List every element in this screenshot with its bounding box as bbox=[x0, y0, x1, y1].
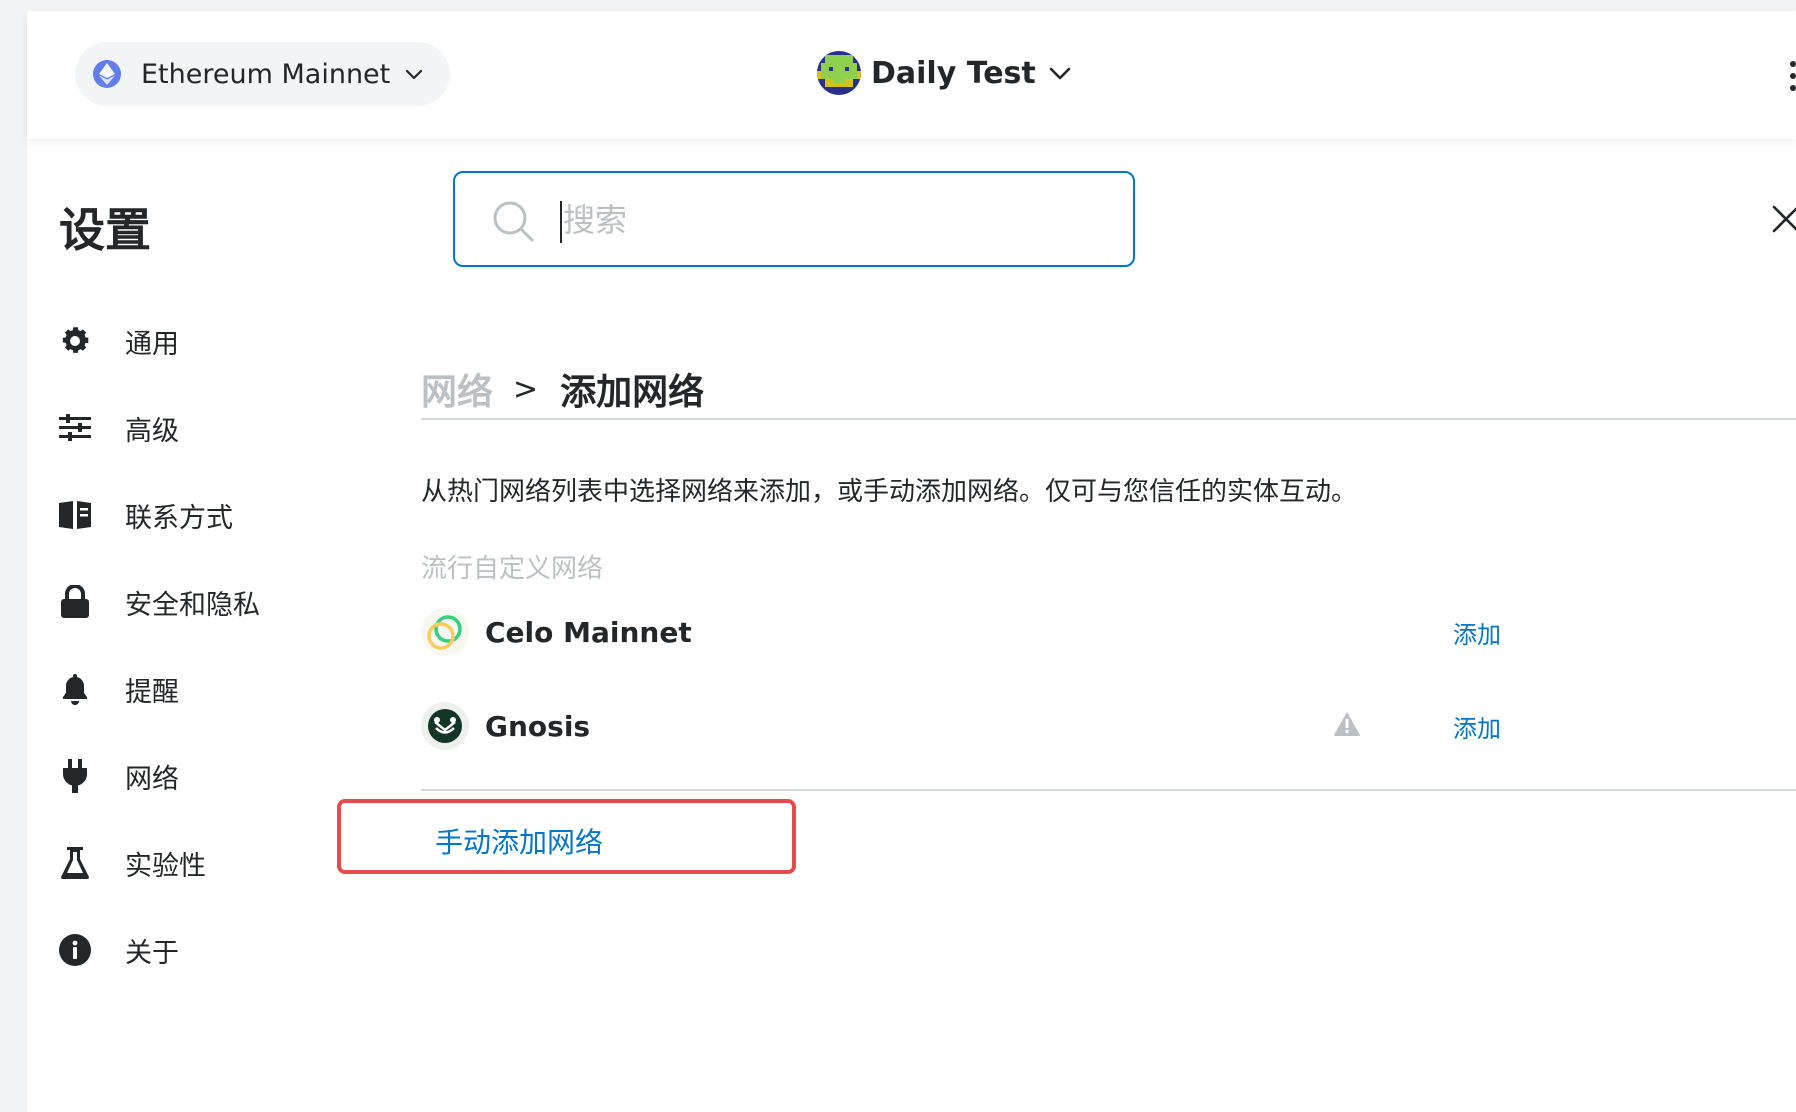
chevron-down-icon bbox=[406, 69, 423, 80]
list-item: Celo Mainnet 添加 bbox=[421, 602, 1501, 662]
chevron-down-icon bbox=[1049, 67, 1071, 80]
network-name: Ethereum Mainnet bbox=[141, 58, 391, 90]
sidebar-item-experimental[interactable]: 实验性 bbox=[57, 833, 357, 893]
plug-icon bbox=[57, 758, 93, 794]
gnosis-logo-icon bbox=[421, 702, 469, 750]
sidebar-item-label: 关于 bbox=[125, 937, 179, 969]
add-network-manually-link[interactable]: 手动添加网络 bbox=[435, 821, 603, 861]
celo-logo-icon bbox=[421, 608, 469, 656]
app-header: Ethereum Mainnet Daily Test bbox=[27, 11, 1796, 139]
bell-icon bbox=[57, 671, 93, 707]
sidebar-item-general[interactable]: 通用 bbox=[57, 311, 357, 371]
network-name: Gnosis bbox=[485, 709, 591, 743]
sidebar-item-about[interactable]: 关于 bbox=[57, 920, 357, 980]
add-network-button[interactable]: 添加 bbox=[1453, 615, 1501, 650]
sidebar-item-label: 提醒 bbox=[125, 676, 179, 708]
text-cursor bbox=[560, 201, 562, 243]
page-title: 设置 bbox=[59, 203, 151, 257]
ethereum-icon bbox=[93, 60, 121, 88]
sidebar-item-networks[interactable]: 网络 bbox=[57, 746, 357, 806]
info-icon bbox=[57, 932, 93, 968]
account-name: Daily Test bbox=[871, 55, 1036, 91]
account-avatar-icon bbox=[817, 51, 861, 95]
sidebar-item-security[interactable]: 安全和隐私 bbox=[57, 572, 357, 632]
breadcrumb-separator: > bbox=[513, 371, 539, 407]
divider bbox=[421, 789, 1796, 791]
list-item: Gnosis 添加 bbox=[421, 696, 1501, 756]
page-description: 从热门网络列表中选择网络来添加，或手动添加网络。仅可与您信任的实体互动。 bbox=[421, 477, 1358, 507]
sidebar-item-label: 安全和隐私 bbox=[125, 589, 260, 621]
account-menu[interactable]: Daily Test bbox=[817, 51, 1072, 95]
sidebar-item-label: 网络 bbox=[125, 763, 179, 795]
gear-icon bbox=[57, 323, 93, 359]
flask-icon bbox=[57, 845, 93, 881]
section-label: 流行自定义网络 bbox=[421, 554, 604, 584]
sidebar-item-advanced[interactable]: 高级 bbox=[57, 398, 357, 458]
search-icon bbox=[493, 201, 534, 242]
breadcrumb-networks[interactable]: 网络 bbox=[421, 363, 493, 415]
search-input[interactable] bbox=[563, 195, 1103, 245]
network-name: Celo Mainnet bbox=[485, 615, 692, 649]
search-field[interactable] bbox=[453, 171, 1135, 267]
sidebar-item-contacts[interactable]: 联系方式 bbox=[57, 485, 357, 545]
settings-window: Ethereum Mainnet Daily Test 设置 搜索 通用 高级 … bbox=[27, 11, 1796, 1112]
breadcrumb: 网络 > 添加网络 bbox=[421, 363, 704, 415]
add-network-button[interactable]: 添加 bbox=[1453, 709, 1501, 744]
divider bbox=[421, 418, 1796, 420]
book-icon bbox=[57, 497, 93, 533]
lock-icon bbox=[57, 584, 93, 620]
sidebar-item-label: 通用 bbox=[125, 328, 179, 360]
network-picker[interactable]: Ethereum Mainnet bbox=[75, 42, 450, 106]
more-options-icon[interactable] bbox=[1784, 61, 1796, 91]
sidebar-item-label: 高级 bbox=[125, 415, 179, 447]
warning-icon[interactable] bbox=[1333, 711, 1361, 737]
close-icon[interactable] bbox=[1770, 203, 1796, 235]
sidebar-item-label: 实验性 bbox=[125, 850, 206, 882]
sidebar-item-label: 联系方式 bbox=[125, 502, 233, 534]
sliders-icon bbox=[57, 410, 93, 446]
sidebar-item-alerts[interactable]: 提醒 bbox=[57, 659, 357, 719]
breadcrumb-current: 添加网络 bbox=[560, 372, 705, 413]
